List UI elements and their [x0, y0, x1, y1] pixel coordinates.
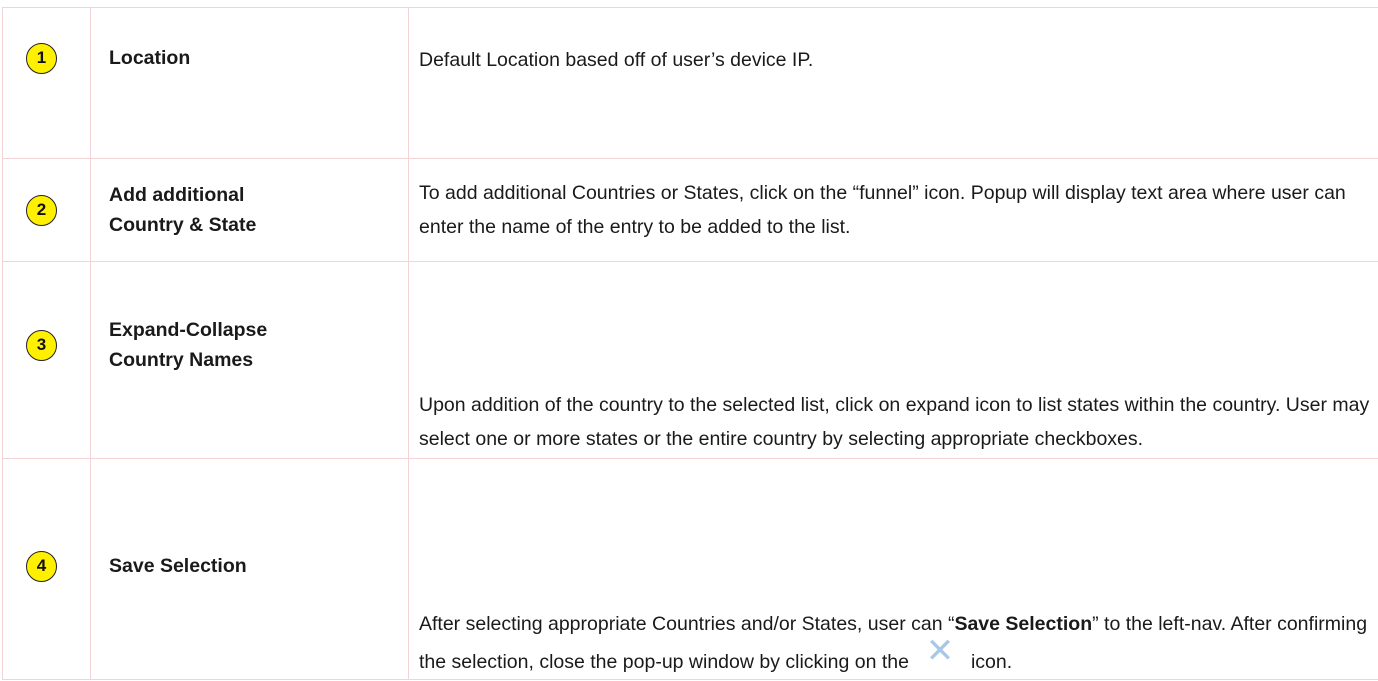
- number-cell: 1: [2, 7, 91, 159]
- description-text: After selecting appropriate Countries an…: [419, 613, 955, 635]
- number-cell: 4: [2, 458, 91, 680]
- feature-name-line: Add additional: [109, 184, 245, 206]
- table-row: 3 Expand-Collapse Country Names Upon add…: [2, 261, 1378, 459]
- name-cell: Add additional Country & State: [90, 158, 409, 262]
- close-icon: ✕: [925, 632, 955, 670]
- step-number-badge: 4: [26, 550, 57, 582]
- description-cell: To add additional Countries or States, c…: [408, 158, 1378, 262]
- name-cell: Location: [90, 7, 409, 159]
- table-row: 2 Add additional Country & State To add …: [2, 158, 1378, 262]
- description-cell: After selecting appropriate Countries an…: [408, 458, 1378, 680]
- table-row: 1 Location Default Location based off of…: [2, 7, 1378, 159]
- step-number-badge: 2: [26, 194, 57, 226]
- feature-description: To add additional Countries or States, c…: [419, 182, 1346, 238]
- feature-legend-table: 1 Location Default Location based off of…: [2, 7, 1378, 680]
- feature-name-line: Expand-Collapse: [109, 319, 268, 341]
- name-cell: Save Selection: [90, 458, 409, 680]
- feature-description: After selecting appropriate Countries an…: [409, 607, 1378, 679]
- save-selection-emphasis: Save Selection: [954, 613, 1093, 635]
- feature-name-line: Country & State: [109, 214, 257, 236]
- feature-name: Expand-Collapse Country Names: [91, 315, 408, 375]
- description-text: icon.: [970, 651, 1013, 673]
- feature-name: Location: [109, 47, 191, 69]
- feature-name-line: Country Names: [109, 349, 254, 371]
- feature-description: Upon addition of the country to the sele…: [419, 394, 1370, 450]
- step-number-badge: 3: [26, 329, 57, 361]
- step-number-badge: 1: [26, 43, 57, 74]
- description-cell: Upon addition of the country to the sele…: [408, 261, 1378, 459]
- feature-name: Add additional Country & State: [91, 180, 408, 240]
- table-row: 4 Save Selection After selecting appropr…: [2, 458, 1378, 680]
- feature-description: Default Location based off of user’s dev…: [419, 49, 814, 71]
- feature-name: Save Selection: [109, 555, 247, 577]
- number-cell: 3: [2, 261, 91, 459]
- description-cell: Default Location based off of user’s dev…: [408, 7, 1378, 159]
- name-cell: Expand-Collapse Country Names: [90, 261, 409, 459]
- number-cell: 2: [2, 158, 91, 262]
